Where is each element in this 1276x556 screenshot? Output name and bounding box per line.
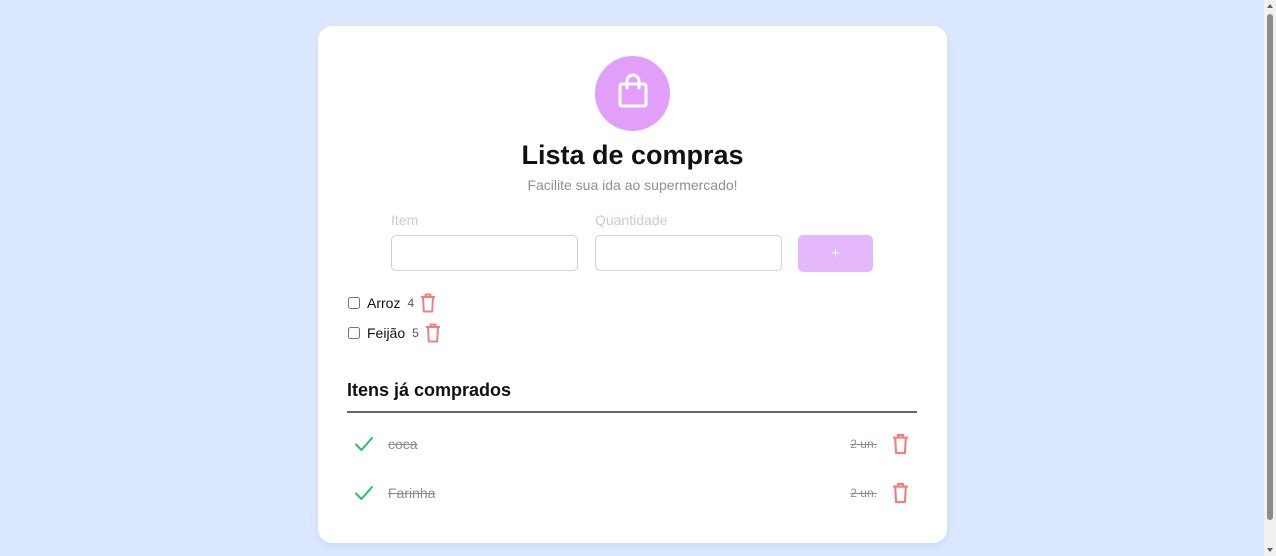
- bought-item-quantity: 2 un.: [850, 437, 877, 451]
- item-quantity: 5: [412, 326, 419, 340]
- add-item-button[interactable]: +: [798, 235, 873, 272]
- trash-icon[interactable]: [892, 433, 909, 455]
- quantity-input[interactable]: [595, 235, 782, 271]
- divider: [347, 411, 917, 413]
- item-quantity: 4: [407, 296, 415, 310]
- bought-item: Farinha 2 un.: [347, 479, 917, 509]
- bought-item: coca 2 un.: [347, 430, 917, 460]
- bought-items-heading: Itens já comprados: [347, 380, 512, 400]
- check-icon[interactable]: [354, 483, 374, 508]
- shopping-bag-icon: [617, 73, 649, 114]
- item-input[interactable]: [391, 235, 578, 271]
- quantity-label: Quantidade: [595, 212, 668, 228]
- scroll-up-icon[interactable]: [1267, 4, 1273, 8]
- trash-icon[interactable]: [420, 293, 436, 313]
- item-label: Item: [391, 212, 419, 228]
- vertical-scrollbar[interactable]: [1264, 0, 1276, 556]
- item-checkbox[interactable]: [348, 327, 360, 339]
- item-checkbox[interactable]: [348, 297, 360, 309]
- trash-icon[interactable]: [425, 323, 441, 343]
- bought-item-name: coca: [388, 436, 418, 452]
- scroll-down-icon[interactable]: [1267, 548, 1273, 552]
- logo: [595, 56, 670, 131]
- page: Lista de compras Facilite sua ida ao sup…: [0, 0, 1264, 556]
- page-subtitle: Facilite sua ida ao supermercado!: [527, 177, 738, 193]
- shopping-list-card: Lista de compras Facilite sua ida ao sup…: [318, 26, 947, 543]
- list-item: Feijão 5: [347, 318, 441, 348]
- page-title: Lista de compras: [521, 140, 744, 170]
- bought-item-name: Farinha: [388, 485, 436, 501]
- item-name: Feijão: [367, 325, 406, 341]
- scrollbar-thumb[interactable]: [1267, 14, 1273, 520]
- trash-icon[interactable]: [892, 482, 909, 504]
- check-icon[interactable]: [354, 434, 374, 459]
- pending-items-list: Arroz 4 Feijão 5: [347, 288, 441, 348]
- list-item: Arroz 4: [347, 288, 441, 318]
- item-name: Arroz: [367, 295, 401, 311]
- bought-item-quantity: 2 un.: [850, 486, 877, 500]
